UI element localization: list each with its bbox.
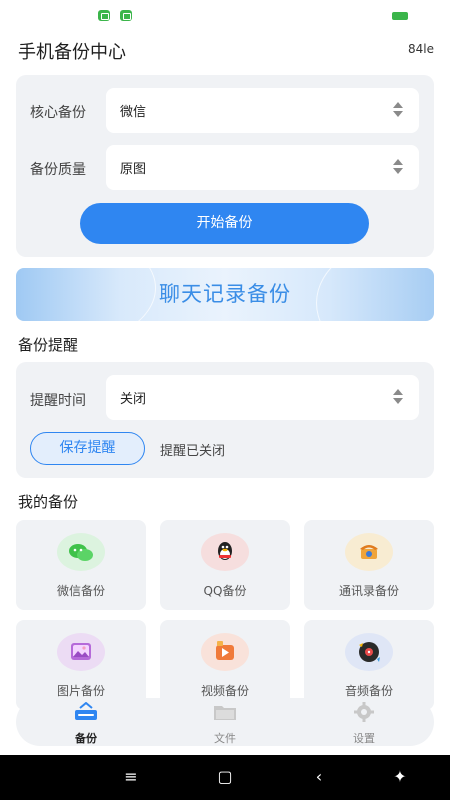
core-backup-value: 微信	[120, 105, 147, 120]
notification-icon	[98, 10, 110, 21]
page-title: 手机备份中心	[18, 42, 126, 63]
backup-quality-value: 原图	[120, 162, 147, 177]
image-icon	[57, 633, 105, 671]
nav-item-backup[interactable]: 备份	[31, 698, 141, 746]
nav-label: 文件	[214, 732, 236, 745]
qq-icon	[201, 533, 249, 571]
video-icon	[201, 633, 249, 671]
save-reminder-button[interactable]: 保存提醒	[30, 432, 145, 465]
reminder-time-select[interactable]: 关闭	[106, 375, 419, 420]
core-backup-select[interactable]: 微信	[106, 88, 419, 133]
reminder-card: 提醒时间 关闭 保存提醒 提醒已关闭	[16, 362, 434, 478]
reminder-status-text: 提醒已关闭	[160, 444, 226, 459]
battery-icon	[392, 12, 408, 20]
audio-backup-tile[interactable]: 音频备份	[304, 620, 434, 710]
notification-icon	[120, 10, 132, 21]
backup-quality-label: 备份质量	[30, 162, 86, 178]
backup-form-card: 核心备份 微信 备份质量 原图 开始备份	[16, 75, 434, 257]
contacts-backup-tile[interactable]: 通讯录备份	[304, 520, 434, 610]
reminder-time-label: 提醒时间	[30, 393, 86, 409]
tile-label: 通讯录备份	[338, 584, 399, 598]
nav-item-files[interactable]: 文件	[170, 698, 280, 746]
back-icon[interactable]: ‹	[308, 767, 330, 787]
tile-label: 微信备份	[56, 584, 105, 598]
start-backup-button[interactable]: 开始备份	[80, 203, 369, 244]
accessibility-icon[interactable]: ✦	[389, 767, 411, 787]
header-right-text: 84le	[408, 42, 434, 56]
tile-label: 图片备份	[56, 684, 105, 698]
wechat-icon	[57, 533, 105, 571]
wechat-backup-tile[interactable]: 微信备份	[16, 520, 146, 610]
folder-icon	[213, 702, 237, 722]
select-arrows-icon	[393, 102, 403, 118]
reminder-time-value: 关闭	[120, 392, 147, 407]
app-header: 手机备份中心 84le	[18, 38, 434, 63]
audio-record-icon	[345, 633, 393, 671]
home-icon[interactable]: ▢	[214, 767, 236, 787]
banner-title: 聊天记录备份	[159, 282, 291, 306]
tile-label: QQ备份	[203, 584, 247, 598]
status-bar	[0, 0, 450, 32]
gear-icon	[352, 702, 376, 722]
backup-icon	[74, 701, 98, 722]
bottom-nav: 备份 文件 设置	[16, 698, 434, 746]
chat-backup-banner[interactable]: 聊天记录备份	[16, 268, 434, 321]
tile-label: 视频备份	[200, 684, 249, 698]
select-arrows-icon	[393, 159, 403, 175]
core-backup-label: 核心备份	[30, 105, 86, 121]
qq-backup-tile[interactable]: QQ备份	[160, 520, 290, 610]
contacts-phone-icon	[345, 533, 393, 571]
image-backup-tile[interactable]: 图片备份	[16, 620, 146, 710]
video-backup-tile[interactable]: 视频备份	[160, 620, 290, 710]
menu-icon[interactable]: ≡	[120, 767, 142, 787]
nav-item-settings[interactable]: 设置	[309, 698, 419, 746]
nav-label: 设置	[353, 732, 375, 745]
system-nav-bar: ≡ ▢ ‹ ✦	[0, 755, 450, 800]
my-backups-section-title: 我的备份	[18, 493, 79, 511]
reminder-section-title: 备份提醒	[18, 336, 79, 354]
tile-label: 音频备份	[344, 684, 393, 698]
backup-quality-select[interactable]: 原图	[106, 145, 419, 190]
nav-label: 备份	[75, 732, 97, 745]
select-arrows-icon	[393, 389, 403, 405]
